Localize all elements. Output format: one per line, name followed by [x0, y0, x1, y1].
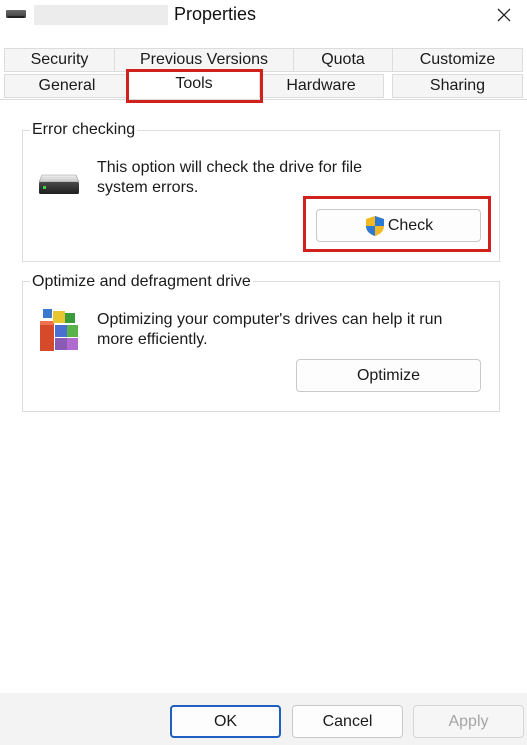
optimize-description-line2: more efficiently. [97, 331, 208, 348]
optimize-button-label: Optimize [356, 366, 421, 384]
close-button[interactable] [481, 0, 527, 30]
error-checking-description-line2: system errors. [97, 179, 199, 196]
tab-previous-versions[interactable]: Previous Versions [114, 48, 294, 72]
title-bar: Properties [0, 0, 527, 34]
tab-sharing[interactable]: Sharing [392, 74, 523, 98]
cancel-button[interactable]: Cancel [292, 705, 403, 738]
drive-icon [6, 10, 26, 18]
check-button-label: Check [387, 216, 434, 234]
error-checking-group [22, 130, 500, 262]
shield-icon [365, 215, 384, 236]
tab-hardware[interactable]: Hardware [258, 74, 384, 98]
tab-quota[interactable]: Quota [293, 48, 393, 72]
apply-button-label: Apply [448, 712, 489, 730]
apply-button[interactable]: Apply [413, 705, 524, 738]
window-title: Properties [174, 4, 257, 24]
error-checking-title: Error checking [30, 121, 138, 139]
defrag-icon [40, 309, 78, 351]
tab-tools[interactable]: Tools [128, 70, 260, 98]
tab-security[interactable]: Security [4, 48, 115, 72]
optimize-button[interactable]: Optimize [296, 359, 481, 392]
tab-strip: Security Previous Versions Quota Customi… [0, 48, 527, 100]
optimize-group [22, 281, 500, 412]
dialog-footer: OK Cancel Apply [0, 693, 527, 745]
tab-divider [0, 99, 527, 100]
optimize-title: Optimize and defragment drive [30, 273, 253, 291]
tab-customize[interactable]: Customize [392, 48, 523, 72]
check-button[interactable]: Check [316, 209, 481, 242]
ok-button[interactable]: OK [170, 705, 281, 738]
ok-button-label: OK [213, 712, 238, 730]
redacted-drive-name [34, 5, 168, 25]
error-checking-description-line1: This option will check the drive for fil… [97, 159, 362, 176]
drive-icon [38, 174, 80, 194]
cancel-button-label: Cancel [322, 712, 373, 730]
close-icon [497, 8, 511, 22]
tab-general[interactable]: General [4, 74, 130, 98]
optimize-description-line1: Optimizing your computer's drives can he… [97, 311, 443, 328]
